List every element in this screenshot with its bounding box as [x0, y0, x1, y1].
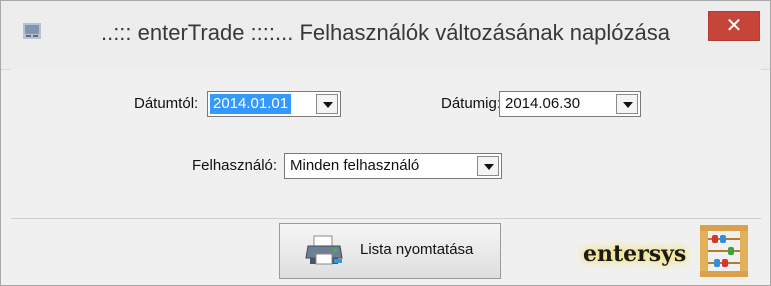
divider [11, 218, 761, 219]
printer-icon [305, 235, 343, 265]
date-from-value[interactable]: 2014.01.01 [210, 94, 292, 114]
abacus-icon [700, 225, 748, 277]
brand-logo: entersys [583, 241, 687, 267]
user-combo[interactable]: Minden felhasználó [284, 153, 502, 179]
date-from-combo[interactable]: 2014.01.01 [207, 91, 341, 117]
chevron-down-icon[interactable] [616, 94, 638, 114]
close-button[interactable]: ✕ [708, 11, 760, 41]
date-from-label: Dátumtól: [134, 95, 199, 112]
dialog-window: ..::: enterTrade ::::... Felhasználók vá… [0, 0, 771, 286]
title-bar: ..::: enterTrade ::::... Felhasználók vá… [1, 1, 770, 70]
close-icon: ✕ [725, 15, 743, 37]
date-to-label: Dátumig: [441, 95, 502, 112]
date-to-value[interactable]: 2014.06.30 [502, 94, 583, 114]
print-button-label: Lista nyomtatása [360, 241, 474, 258]
chevron-down-icon[interactable] [477, 156, 499, 176]
user-value[interactable]: Minden felhasználó [287, 156, 422, 176]
chevron-down-icon[interactable] [316, 94, 338, 114]
window-title: ..::: enterTrade ::::... Felhasználók vá… [100, 20, 671, 45]
filter-panel: Dátumtól: 2014.01.01 Dátumig: 2014.06.30… [11, 69, 761, 209]
user-label: Felhasználó: [192, 157, 278, 174]
date-to-combo[interactable]: 2014.06.30 [499, 91, 641, 117]
print-list-button[interactable]: Lista nyomtatása [279, 223, 501, 279]
